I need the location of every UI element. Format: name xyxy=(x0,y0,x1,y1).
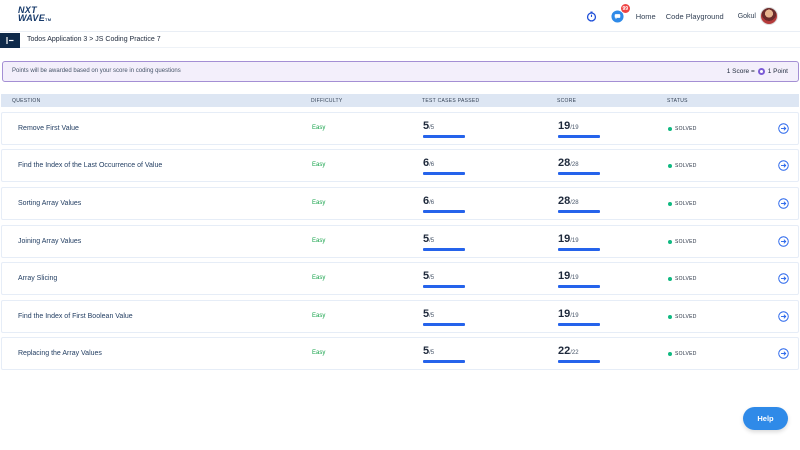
test-cases-passed: 5/5 xyxy=(423,233,435,245)
status-badge: SOLVED xyxy=(668,276,697,282)
test-cases-progress-bar xyxy=(423,285,465,288)
test-cases-passed: 5/5 xyxy=(423,345,435,357)
arrow-right-circle-icon[interactable] xyxy=(778,160,789,171)
nav-link-home[interactable]: Home xyxy=(636,12,656,21)
header-score: SCORE xyxy=(557,97,577,104)
test-cases-progress-bar xyxy=(423,135,465,138)
status-dot xyxy=(668,164,672,168)
test-cases-progress-bar xyxy=(423,172,465,175)
timer-icon[interactable] xyxy=(584,8,600,24)
top-navbar: NXT WAVETM 99 Home Code Playground Gokul xyxy=(0,0,800,32)
notification-badge: 99 xyxy=(620,4,630,13)
status-badge: SOLVED xyxy=(668,351,697,357)
arrow-right-circle-icon[interactable] xyxy=(778,198,789,209)
score-progress-bar xyxy=(558,210,600,213)
question-title[interactable]: Remove First Value xyxy=(18,125,79,132)
arrow-right-circle-icon[interactable] xyxy=(778,236,789,247)
table-row[interactable]: Remove First Value Easy 5/5 19/19 SOLVED xyxy=(1,112,799,145)
banner-text: Points will be awarded based on your sco… xyxy=(12,68,181,74)
header-difficulty: DIFFICULTY xyxy=(311,97,343,104)
difficulty-label: Easy xyxy=(312,238,326,244)
table-row[interactable]: Array Slicing Easy 5/5 19/19 SOLVED xyxy=(1,262,799,295)
difficulty-label: Easy xyxy=(312,200,326,206)
score-progress-bar xyxy=(558,360,600,363)
status-dot xyxy=(668,315,672,319)
sidebar-toggle-button[interactable] xyxy=(0,33,20,48)
status-dot xyxy=(668,240,672,244)
sidebar-expand-icon xyxy=(6,37,14,44)
user-name[interactable]: Gokul xyxy=(738,13,756,20)
difficulty-label: Easy xyxy=(312,275,326,281)
chat-notifications-button[interactable]: 99 xyxy=(610,4,630,24)
question-title[interactable]: Array Slicing xyxy=(18,275,57,282)
test-cases-passed: 5/5 xyxy=(423,120,435,132)
table-row[interactable]: Joining Array Values Easy 5/5 19/19 SOLVED xyxy=(1,225,799,258)
status-badge: SOLVED xyxy=(668,314,697,320)
difficulty-label: Easy xyxy=(312,313,326,319)
status-badge: SOLVED xyxy=(668,239,697,245)
score-value: 28/28 xyxy=(558,195,579,207)
points-info-banner: Points will be awarded based on your sco… xyxy=(2,61,799,82)
score-value: 19/19 xyxy=(558,120,579,132)
nav-link-code-playground[interactable]: Code Playground xyxy=(666,12,724,21)
header-question: QUESTION xyxy=(12,97,41,104)
test-cases-passed: 6/6 xyxy=(423,157,435,169)
arrow-right-circle-icon[interactable] xyxy=(778,348,789,359)
coin-icon xyxy=(757,67,765,75)
test-cases-passed: 5/5 xyxy=(423,308,435,320)
test-cases-progress-bar xyxy=(423,210,465,213)
breadcrumb-bar: Todos Application 3 > JS Coding Practice… xyxy=(0,33,800,48)
score-value: 22/22 xyxy=(558,345,579,357)
question-title[interactable]: Find the Index of First Boolean Value xyxy=(18,313,133,320)
score-progress-bar xyxy=(558,172,600,175)
status-dot xyxy=(668,127,672,131)
test-cases-passed: 6/6 xyxy=(423,195,435,207)
arrow-right-circle-icon[interactable] xyxy=(778,311,789,322)
test-cases-progress-bar xyxy=(423,360,465,363)
score-progress-bar xyxy=(558,285,600,288)
test-cases-progress-bar xyxy=(423,323,465,326)
avatar[interactable] xyxy=(760,7,778,25)
question-title[interactable]: Find the Index of the Last Occurrence of… xyxy=(18,162,162,169)
question-title[interactable]: Sorting Array Values xyxy=(18,200,81,207)
score-progress-bar xyxy=(558,248,600,251)
difficulty-label: Easy xyxy=(312,162,326,168)
table-row[interactable]: Replacing the Array Values Easy 5/5 22/22 SO… xyxy=(1,337,799,370)
help-button[interactable]: Help xyxy=(743,407,788,430)
arrow-right-circle-icon[interactable] xyxy=(778,123,789,134)
header-test-cases: TEST CASES PASSED xyxy=(422,97,480,104)
arrow-right-circle-icon[interactable] xyxy=(778,273,789,284)
table-row[interactable]: Find the Index of First Boolean Value Eas… xyxy=(1,300,799,333)
difficulty-label: Easy xyxy=(312,350,326,356)
test-cases-passed: 5/5 xyxy=(423,270,435,282)
status-dot xyxy=(668,352,672,356)
question-title[interactable]: Replacing the Array Values xyxy=(18,350,102,357)
header-status: STATUS xyxy=(667,97,688,104)
table-header: QUESTION DIFFICULTY TEST CASES PASSED SC… xyxy=(1,94,799,107)
difficulty-label: Easy xyxy=(312,125,326,131)
status-dot xyxy=(668,277,672,281)
score-progress-bar xyxy=(558,323,600,326)
score-progress-bar xyxy=(558,135,600,138)
score-conversion: 1 Score = 1 Point xyxy=(726,67,788,75)
status-dot xyxy=(668,202,672,206)
breadcrumb[interactable]: Todos Application 3 > JS Coding Practice… xyxy=(27,36,161,43)
score-value: 28/28 xyxy=(558,157,579,169)
nav-right: 99 Home Code Playground Gokul xyxy=(584,4,778,27)
table-row[interactable]: Find the Index of the Last Occurrence of… xyxy=(1,149,799,182)
score-value: 19/19 xyxy=(558,270,579,282)
status-badge: SOLVED xyxy=(668,201,697,207)
question-title[interactable]: Joining Array Values xyxy=(18,238,81,245)
status-badge: SOLVED xyxy=(668,163,697,169)
test-cases-progress-bar xyxy=(423,248,465,251)
score-value: 19/19 xyxy=(558,233,579,245)
score-value: 19/19 xyxy=(558,308,579,320)
nxtwave-logo[interactable]: NXT WAVETM xyxy=(18,6,52,26)
table-row[interactable]: Sorting Array Values Easy 6/6 28/28 SOLVED xyxy=(1,187,799,220)
status-badge: SOLVED xyxy=(668,126,697,132)
